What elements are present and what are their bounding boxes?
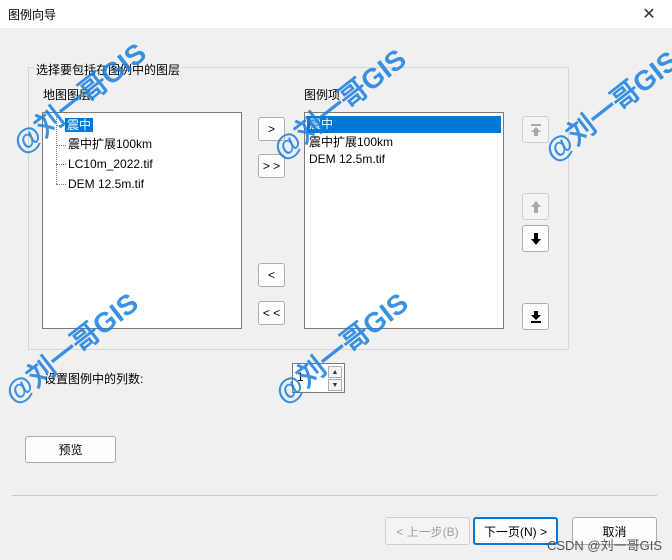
map-layers-tree[interactable]: 震中 震中扩展100km LC10m_2022.tif DEM 12.5m.ti… (42, 112, 242, 329)
tree-item-label: 震中 (65, 118, 94, 132)
tree-connector (56, 125, 64, 126)
footer-separator (12, 495, 657, 496)
move-up-icon (530, 200, 541, 213)
tree-connector (56, 145, 66, 146)
remove-all-layers-button[interactable]: < < (258, 301, 285, 325)
back-button[interactable]: < 上一步(B) (385, 517, 470, 545)
spin-down-icon[interactable]: ▼ (328, 379, 342, 391)
move-to-bottom-button[interactable] (522, 303, 549, 330)
move-top-icon (530, 123, 541, 136)
move-down-icon (530, 232, 541, 245)
move-bottom-icon (530, 310, 541, 323)
tree-item[interactable]: DEM 12.5m.tif (68, 176, 144, 192)
group-title: 选择要包括在图例中的图层 (34, 61, 183, 78)
window-title: 图例向导 (8, 8, 57, 22)
close-icon[interactable]: ✕ (626, 0, 672, 28)
move-down-button[interactable] (522, 225, 549, 252)
list-item[interactable]: 震中 (307, 116, 501, 133)
columns-value[interactable]: 1 (297, 370, 304, 384)
tree-item[interactable]: LC10m_2022.tif (68, 156, 153, 172)
map-layers-label: 地图图层: (43, 88, 95, 102)
next-button[interactable]: 下一页(N) > (473, 517, 558, 545)
tree-connector (56, 117, 57, 184)
cancel-button[interactable]: 取消 (572, 517, 657, 545)
move-to-top-button[interactable] (522, 116, 549, 143)
list-item[interactable]: DEM 12.5m.tif (307, 151, 501, 168)
tree-connector (56, 184, 66, 185)
tree-item[interactable]: 震中 (65, 117, 94, 133)
remove-layer-button[interactable]: < (258, 263, 285, 287)
legend-items-list[interactable]: 震中 震中扩展100km DEM 12.5m.tif (304, 112, 504, 329)
add-all-layers-button[interactable]: > > (258, 154, 285, 178)
spin-up-icon[interactable]: ▲ (328, 366, 342, 378)
tree-connector (56, 164, 66, 165)
preview-button[interactable]: 预览 (25, 436, 116, 463)
list-item[interactable]: 震中扩展100km (307, 134, 501, 151)
columns-spinner[interactable]: 1 ▲ ▼ (292, 363, 345, 393)
add-layer-button[interactable]: > (258, 117, 285, 141)
move-up-button[interactable] (522, 193, 549, 220)
columns-label: 设置图例中的列数: (44, 372, 144, 386)
legend-items-label: 图例项 (304, 88, 341, 102)
title-bar: 图例向导 ✕ (0, 0, 672, 28)
tree-item[interactable]: 震中扩展100km (68, 136, 152, 152)
